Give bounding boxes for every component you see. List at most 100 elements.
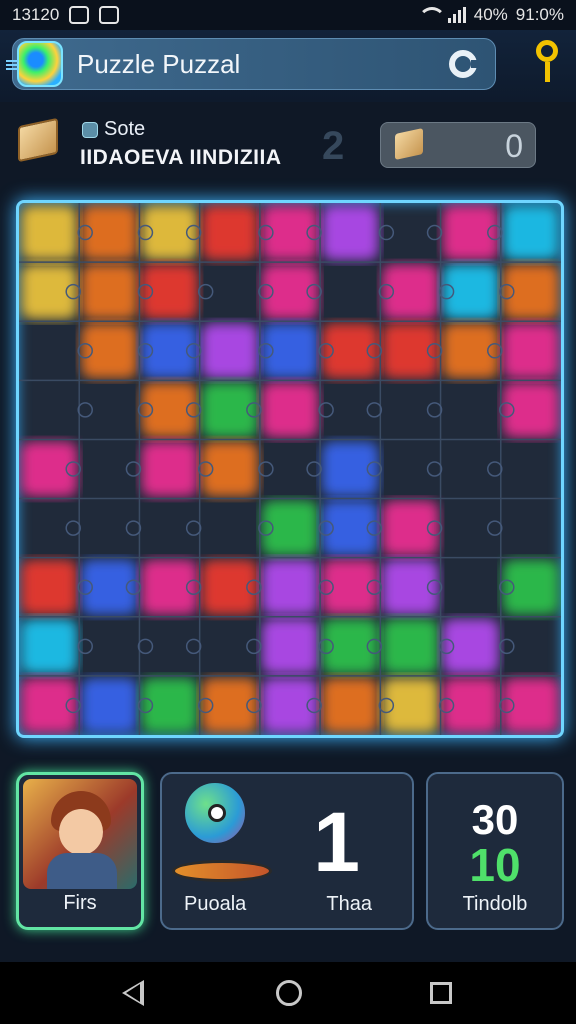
pieces-counter[interactable]: 0 xyxy=(380,122,536,168)
piece-knob xyxy=(125,520,142,536)
puzzle-piece[interactable] xyxy=(502,264,559,320)
puzzle-piece[interactable] xyxy=(322,618,379,674)
puzzle-piece[interactable] xyxy=(322,323,379,379)
level-number: 2 xyxy=(322,124,345,168)
puzzle-piece[interactable] xyxy=(322,559,379,615)
piece-knob xyxy=(77,402,93,418)
puzzle-board[interactable] xyxy=(16,200,564,738)
puzzle-piece[interactable] xyxy=(201,441,258,497)
piece-knob xyxy=(77,638,93,655)
puzzle-piece[interactable] xyxy=(322,500,379,556)
puzzle-piece[interactable] xyxy=(322,677,379,733)
puzzle-piece[interactable] xyxy=(382,323,439,379)
puzzle-piece[interactable] xyxy=(201,677,258,733)
count-label: Thaa xyxy=(326,893,372,915)
puzzle-piece[interactable] xyxy=(502,559,559,615)
puzzle-piece[interactable] xyxy=(382,677,439,733)
timer-top-value: 30 xyxy=(471,796,519,843)
battery-percent: 40% xyxy=(473,5,508,24)
status-bar: 13120 40% 91:0% xyxy=(0,0,576,30)
wifi-icon xyxy=(417,7,446,23)
mascot-icon xyxy=(172,780,272,890)
puzzle-piece[interactable] xyxy=(201,559,258,615)
mascot-card[interactable]: 1 Puoala Thaa xyxy=(160,772,414,930)
puzzle-piece[interactable] xyxy=(201,205,258,261)
level-info: Sote IIDAOEVA IINDIZIIA 2 0 xyxy=(0,102,576,192)
puzzle-piece[interactable] xyxy=(21,618,78,674)
home-icon[interactable] xyxy=(276,980,302,1006)
puzzle-piece[interactable] xyxy=(261,500,319,556)
puzzle-piece[interactable] xyxy=(261,323,319,379)
puzzle-piece[interactable] xyxy=(382,264,439,320)
character-card[interactable]: Firs xyxy=(16,772,144,930)
settings-icon[interactable] xyxy=(449,50,479,78)
piece-knob xyxy=(426,461,443,477)
puzzle-piece[interactable] xyxy=(382,500,439,556)
puzzle-piece[interactable] xyxy=(261,677,319,733)
info-label: Sote xyxy=(104,118,146,140)
app-title: Puzzle Puzzal xyxy=(77,48,241,79)
piece-knob xyxy=(246,638,262,655)
puzzle-piece[interactable] xyxy=(261,205,319,261)
puzzle-piece[interactable] xyxy=(502,323,559,379)
puzzle-piece[interactable] xyxy=(81,677,138,733)
puzzle-piece[interactable] xyxy=(201,382,258,438)
key-icon[interactable] xyxy=(532,40,562,86)
puzzle-piece[interactable] xyxy=(502,382,559,438)
piece-knob xyxy=(306,461,322,477)
puzzle-piece[interactable] xyxy=(442,677,499,733)
badge-icon xyxy=(82,122,98,138)
timer-bottom-value: 10 xyxy=(469,839,521,891)
puzzle-piece[interactable] xyxy=(261,264,319,320)
puzzle-piece[interactable] xyxy=(21,205,78,261)
puzzle-grid[interactable] xyxy=(19,203,561,735)
puzzle-piece[interactable] xyxy=(442,323,499,379)
menu-icon[interactable] xyxy=(6,58,18,72)
puzzle-piece[interactable] xyxy=(442,205,499,261)
title-bar[interactable]: Puzzle Puzzal xyxy=(12,38,496,90)
puzzle-piece[interactable] xyxy=(322,441,379,497)
puzzle-piece[interactable] xyxy=(261,559,319,615)
puzzle-piece[interactable] xyxy=(382,618,439,674)
puzzle-piece[interactable] xyxy=(21,559,78,615)
timer-card[interactable]: 30 10 Tindolb xyxy=(426,772,564,930)
puzzle-piece[interactable] xyxy=(21,677,78,733)
gallery-icon xyxy=(69,6,90,24)
puzzle-piece[interactable] xyxy=(502,205,559,261)
puzzle-piece[interactable] xyxy=(141,382,198,438)
puzzle-piece[interactable] xyxy=(141,677,198,733)
image-icon xyxy=(99,6,120,24)
puzzle-piece[interactable] xyxy=(261,618,319,674)
piece-knob xyxy=(487,461,503,477)
recents-icon[interactable] xyxy=(430,982,452,1004)
mascot-label: Puoala xyxy=(184,893,247,915)
piece-knob xyxy=(185,638,202,655)
puzzle-piece[interactable] xyxy=(81,559,138,615)
crate-icon[interactable] xyxy=(18,117,58,163)
puzzle-piece[interactable] xyxy=(322,205,379,261)
puzzle-piece[interactable] xyxy=(141,559,198,615)
puzzle-piece[interactable] xyxy=(141,264,198,320)
puzzle-piece[interactable] xyxy=(201,323,258,379)
level-name: IIDAOEVA IINDIZIIA xyxy=(80,146,282,169)
character-portrait xyxy=(23,779,137,889)
piece-knob xyxy=(378,224,395,241)
puzzle-piece[interactable] xyxy=(382,559,439,615)
puzzle-piece[interactable] xyxy=(141,323,198,379)
timer-label: Tindolb xyxy=(462,893,528,915)
puzzle-piece[interactable] xyxy=(442,264,499,320)
puzzle-piece[interactable] xyxy=(81,264,138,320)
app-logo-icon[interactable] xyxy=(17,41,63,87)
puzzle-piece[interactable] xyxy=(81,205,138,261)
puzzle-piece[interactable] xyxy=(81,323,138,379)
puzzle-piece[interactable] xyxy=(261,382,319,438)
puzzle-piece[interactable] xyxy=(502,677,559,733)
puzzle-piece[interactable] xyxy=(21,264,78,320)
signal-icon xyxy=(447,7,466,23)
puzzle-piece[interactable] xyxy=(141,205,198,261)
puzzle-piece[interactable] xyxy=(141,441,198,497)
puzzle-piece[interactable] xyxy=(442,618,499,674)
piece-knob xyxy=(426,402,443,418)
back-icon[interactable] xyxy=(122,980,144,1006)
puzzle-piece[interactable] xyxy=(21,441,78,497)
